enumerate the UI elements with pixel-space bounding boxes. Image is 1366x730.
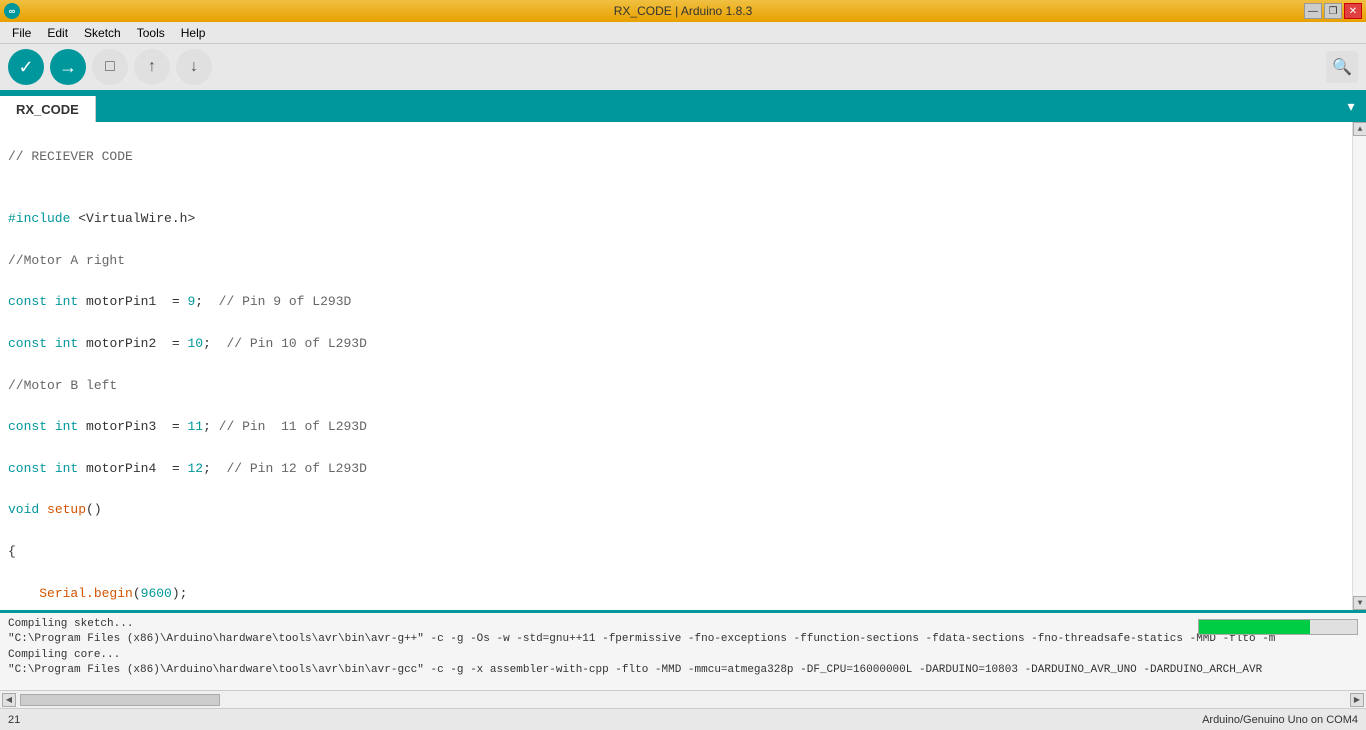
console-line1: "C:\Program Files (x86)\Arduino\hardware… — [8, 632, 1358, 647]
toolbar: ✓ → □ ↑ ↓ 🔍 — [0, 44, 1366, 92]
scroll-right-arrow[interactable]: ▶ — [1350, 693, 1364, 707]
tab-bar: RX_CODE ▾ — [0, 92, 1366, 122]
tab-dropdown[interactable]: ▾ — [1336, 92, 1366, 122]
main-area: // RECIEVER CODE #include <VirtualWire.h… — [0, 122, 1366, 610]
cursor-position: 21 — [8, 714, 20, 726]
vertical-scrollbar[interactable]: ▲ ▼ — [1352, 122, 1366, 610]
upload-button[interactable]: → — [50, 49, 86, 85]
menu-help[interactable]: Help — [173, 24, 214, 42]
maximize-button[interactable]: ❐ — [1324, 3, 1342, 19]
scroll-track[interactable] — [1353, 136, 1366, 596]
menu-tools[interactable]: Tools — [129, 24, 173, 42]
status-bar: 21 Arduino/Genuino Uno on COM4 — [0, 708, 1366, 730]
menu-bar: File Edit Sketch Tools Help — [0, 22, 1366, 44]
console-line3: "C:\Program Files (x86)\Arduino\hardware… — [8, 663, 1358, 678]
app-icon: ∞ — [4, 3, 20, 19]
horizontal-scrollbar[interactable]: ◀ ▶ — [0, 690, 1366, 708]
console-output: Compiling sketch... "C:\Program Files (x… — [0, 610, 1366, 690]
new-button[interactable]: □ — [92, 49, 128, 85]
board-status: Arduino/Genuino Uno on COM4 — [1202, 714, 1358, 726]
scroll-up-arrow[interactable]: ▲ — [1353, 122, 1366, 136]
scroll-down-arrow[interactable]: ▼ — [1353, 596, 1366, 610]
code-editor[interactable]: // RECIEVER CODE #include <VirtualWire.h… — [0, 122, 1352, 610]
console-compiling: Compiling sketch... — [8, 617, 1358, 632]
menu-file[interactable]: File — [4, 24, 39, 42]
window-controls: — ❐ ✕ — [1304, 3, 1362, 19]
window-title: RX_CODE | Arduino 1.8.3 — [0, 4, 1366, 18]
h-scroll-thumb[interactable] — [20, 694, 220, 706]
progress-bar-container — [1198, 619, 1358, 635]
title-bar-left: ∞ — [4, 3, 20, 19]
title-bar: ∞ RX_CODE | Arduino 1.8.3 — ❐ ✕ — [0, 0, 1366, 22]
search-button[interactable]: 🔍 — [1326, 51, 1358, 83]
scroll-left-arrow[interactable]: ◀ — [2, 693, 16, 707]
code-content: // RECIEVER CODE #include <VirtualWire.h… — [0, 122, 1352, 610]
tab-rx-code[interactable]: RX_CODE — [0, 96, 96, 122]
console-line2: Compiling core... — [8, 648, 1358, 663]
open-button[interactable]: ↑ — [134, 49, 170, 85]
menu-edit[interactable]: Edit — [39, 24, 76, 42]
menu-sketch[interactable]: Sketch — [76, 24, 129, 42]
save-button[interactable]: ↓ — [176, 49, 212, 85]
progress-bar — [1199, 620, 1310, 634]
close-button[interactable]: ✕ — [1344, 3, 1362, 19]
verify-button[interactable]: ✓ — [8, 49, 44, 85]
minimize-button[interactable]: — — [1304, 3, 1322, 19]
